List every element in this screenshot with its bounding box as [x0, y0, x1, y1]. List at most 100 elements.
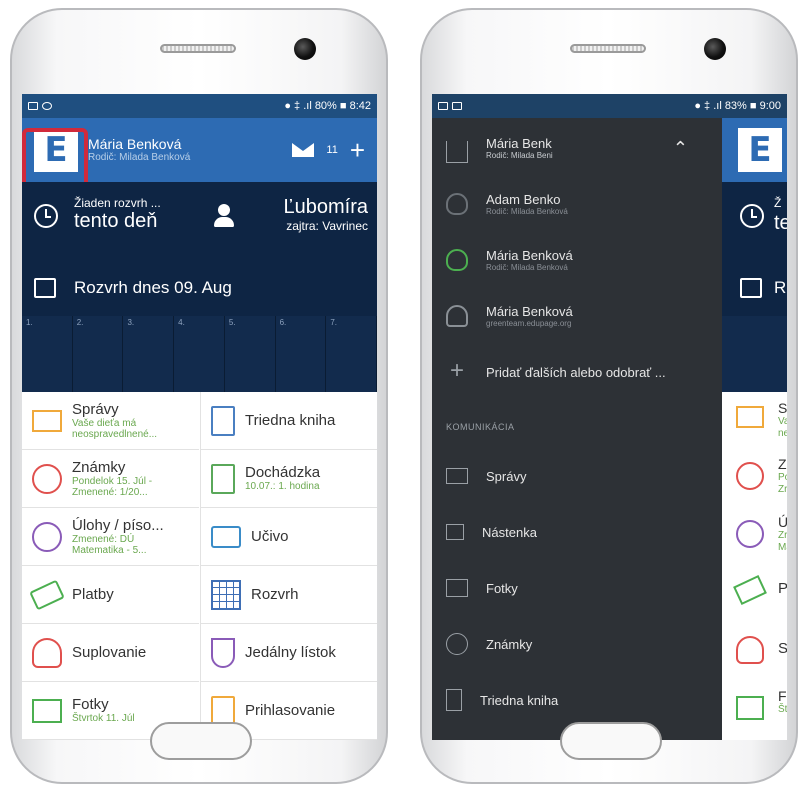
- status-bar: ● ‡ .ıl 83% ■ 9:00: [432, 94, 787, 118]
- account-item[interactable]: Adam Benko Rodič: Milada Benková: [432, 176, 722, 232]
- front-camera: [704, 38, 726, 60]
- drawer-item-label: Známky: [486, 636, 533, 652]
- home-button[interactable]: [150, 722, 252, 760]
- add-accounts-label: Pridať ďalších alebo odobrať ...: [486, 364, 666, 380]
- substitution-icon: [32, 637, 62, 668]
- tile-spravy[interactable]: Správy Vaše dieťa má neospravedlnené...: [22, 392, 199, 450]
- account-item-name: Mária Benková: [486, 304, 573, 319]
- message-count: 11: [326, 144, 338, 156]
- tile-subtitle: Zmenené: DÚ Matematika - 5...: [72, 533, 147, 557]
- tile-jedalny-listok[interactable]: Jedálny lístok: [200, 624, 377, 682]
- tile-dochadzka[interactable]: Dochádzka 10.07.: 1. hodina: [200, 450, 377, 508]
- add-button[interactable]: +: [350, 137, 365, 163]
- image-icon: [438, 102, 448, 110]
- photos-icon: [736, 696, 764, 720]
- behind-text: Št: [778, 704, 787, 715]
- tile-rozvrh[interactable]: Rozvrh: [200, 566, 377, 624]
- teacher-subtitle: zajtra: Vavrinec: [286, 219, 368, 233]
- clock-icon: [34, 204, 58, 228]
- behind-text: te: [774, 212, 787, 234]
- tile-title: Úlohy / píso...: [72, 516, 164, 534]
- tile-ucivo[interactable]: Učivo: [200, 508, 377, 566]
- tile-triedna-kniha[interactable]: Triedna kniha: [200, 392, 377, 450]
- tile-subtitle: Pondelok 15. Júl - Zmenené: 1/20...: [72, 475, 153, 499]
- whatsapp-icon: [42, 102, 52, 110]
- tile-title: Rozvrh: [251, 586, 299, 603]
- book-icon: [446, 689, 462, 711]
- drawer-item-znamky[interactable]: Známky: [432, 616, 722, 672]
- account-item[interactable]: Mária Benková Rodič: Milada Benková: [432, 232, 722, 288]
- teacher-name: Ľubomíra: [283, 196, 369, 218]
- account-item-name: Mária Benková: [486, 248, 573, 263]
- messages-icon[interactable]: [292, 143, 315, 157]
- tile-subtitle: Vaše dieťa má neospravedlnené...: [72, 417, 158, 441]
- tile-title: Triedna kniha: [245, 412, 336, 429]
- phone-right: ● ‡ .ıl 83% ■ 9:00 E Ž te R Sp Va ne Zr: [420, 8, 798, 784]
- section-title: KOMUNIKÁCIA: [446, 422, 515, 432]
- briefcase-icon: [211, 525, 241, 548]
- drawer-item-fotky[interactable]: Fotky: [432, 560, 722, 616]
- screen-left: ● ‡ .ıl 80% ■ 8:42 E Mária Benková Rodič…: [22, 94, 377, 740]
- behind-text: Úl: [778, 514, 787, 530]
- person-outline-icon: [446, 305, 468, 327]
- tasks-clock-icon: [736, 520, 764, 548]
- add-remove-accounts[interactable]: + Pridať ďalších alebo odobrať ...: [432, 344, 722, 400]
- tile-title: Jedálny lístok: [245, 644, 336, 661]
- mail-icon: [32, 409, 62, 432]
- tile-znamky[interactable]: Známky Pondelok 15. Júl - Zmenené: 1/20..…: [22, 450, 199, 508]
- today-status: Žiaden rozvrh ...: [74, 196, 161, 210]
- account-item[interactable]: Mária Benková greenteam.edupage.org: [432, 288, 722, 344]
- calendar-icon: [740, 278, 762, 298]
- photos-icon: [446, 579, 468, 597]
- tile-title: Fotky: [72, 696, 109, 714]
- drawer-item-label: Nástenka: [482, 524, 537, 540]
- masks-icon: [446, 193, 468, 215]
- behind-text: Ž: [774, 196, 782, 210]
- behind-text: Fo: [778, 688, 787, 704]
- mail-icon: [736, 406, 764, 428]
- account-name: Mária Benk: [486, 136, 552, 151]
- photos-icon: [32, 698, 62, 723]
- current-user[interactable]: Mária Benková Rodič: Milada Benková: [88, 136, 190, 165]
- calendar-icon: [34, 278, 56, 298]
- tile-subtitle: 10.07.: 1. hodina: [245, 481, 320, 493]
- drawer-item-spravy[interactable]: Správy: [432, 448, 722, 504]
- behind-text: ne: [778, 428, 787, 439]
- tile-title: Známky: [72, 458, 126, 476]
- behind-text: Ma: [778, 542, 787, 553]
- behind-text: Po: [778, 472, 787, 483]
- behind-text: Zr: [778, 456, 787, 472]
- navigation-drawer: Mária Benk Rodič: Milada Beni ⌃ Adam Ben…: [432, 118, 722, 740]
- status-bar: ● ‡ .ıl 80% ■ 8:42: [22, 94, 377, 118]
- drawer-item-nastenka[interactable]: Nástenka: [432, 504, 722, 560]
- image-icon: [452, 102, 462, 110]
- account-subtitle: Rodič: Milada Beni: [486, 151, 553, 160]
- period-grid: 1. 2. 3. 4. 5. 6. 7.: [22, 316, 377, 392]
- timetable-panel[interactable]: Žiaden rozvrh ... tento deň Ľubomíra zaj…: [22, 182, 377, 392]
- home-button[interactable]: [560, 722, 662, 760]
- phone-left: ● ‡ .ıl 80% ■ 8:42 E Mária Benková Rodič…: [10, 8, 388, 784]
- period-label: 6.: [279, 318, 287, 327]
- behind-text: Pl: [778, 580, 787, 597]
- user-name: Mária Benková: [88, 135, 182, 152]
- speaker-grille: [160, 44, 236, 53]
- mail-icon: [446, 468, 468, 484]
- user-subtitle: Rodič: Milada Benková: [88, 152, 191, 164]
- teacher-icon: [212, 204, 236, 228]
- behind-text: Zr: [778, 530, 787, 541]
- drawer-item-triedna-kniha[interactable]: Triedna kniha: [432, 672, 722, 728]
- screen-right: ● ‡ .ıl 83% ■ 9:00 E Ž te R Sp Va ne Zr: [432, 94, 787, 740]
- tile-suplovanie[interactable]: Suplovanie: [22, 624, 199, 682]
- clock-icon: [740, 204, 764, 228]
- status-right: ● ‡ .ıl 83% ■ 9:00: [694, 100, 781, 112]
- tasks-clock-icon: [32, 521, 62, 552]
- grades-icon: [32, 463, 62, 494]
- account-item-name: Adam Benko: [486, 192, 561, 207]
- masks-icon: [446, 249, 468, 271]
- account-item-sub: Rodič: Milada Benková: [486, 207, 568, 216]
- tile-ulohy[interactable]: Úlohy / píso... Zmenené: DÚ Matematika - …: [22, 508, 199, 566]
- period-label: 7.: [330, 318, 337, 327]
- tile-platby[interactable]: Platby: [22, 566, 199, 624]
- account-header[interactable]: Mária Benk Rodič: Milada Beni ⌃: [432, 118, 722, 178]
- chevron-up-icon[interactable]: ⌃: [673, 138, 688, 159]
